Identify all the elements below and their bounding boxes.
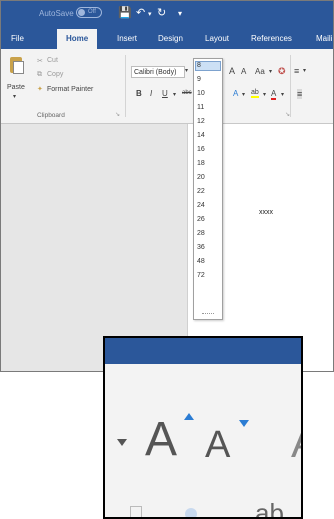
highlight-button[interactable]: ab: [251, 89, 259, 98]
italic-button[interactable]: I: [150, 89, 152, 98]
document-text: xxxx: [259, 209, 273, 216]
font-size-dropdown-list[interactable]: 8 9 10 11 12 14 16 18 20 22 24 26 28 36 …: [193, 58, 223, 320]
format-painter-icon: ✦: [37, 86, 43, 93]
copy-icon: ⧉: [37, 71, 42, 78]
clear-formatting-icon[interactable]: ✪: [278, 66, 286, 77]
zoom-bottom-row: ab: [105, 498, 301, 519]
tab-file[interactable]: File: [11, 29, 24, 49]
paste-button[interactable]: Paste: [7, 84, 25, 91]
size-option[interactable]: 11: [197, 104, 204, 111]
save-icon[interactable]: 💾: [118, 6, 132, 19]
cut-button[interactable]: Cut: [47, 57, 58, 64]
font-color-button[interactable]: A: [271, 89, 277, 100]
group-separator: [290, 55, 291, 117]
highlight-dropdown-icon[interactable]: ▾: [263, 91, 266, 98]
change-case-button[interactable]: Aa: [255, 67, 265, 76]
undo-icon[interactable]: ↶: [136, 6, 145, 19]
font-launcher-icon[interactable]: ↘: [285, 111, 290, 118]
shrink-arrow-icon: [239, 420, 249, 427]
clipboard-launcher-icon[interactable]: ↘: [115, 111, 120, 118]
text-effects-button[interactable]: A: [233, 89, 238, 98]
tab-insert[interactable]: Insert: [117, 29, 137, 49]
size-option[interactable]: 20: [197, 174, 205, 181]
cut-icon: ✂: [37, 58, 43, 65]
partial-effects-icon: [185, 508, 197, 517]
size-option[interactable]: 8: [197, 62, 201, 69]
change-case-dropdown-icon[interactable]: ▾: [269, 68, 272, 75]
clipboard-group-label: Clipboard: [37, 112, 65, 119]
zoom-inset: A A A ab: [103, 336, 303, 519]
list-scroll-indicator: [202, 313, 214, 317]
grow-font-button[interactable]: A: [229, 66, 235, 76]
size-option[interactable]: 36: [197, 244, 205, 251]
tab-design[interactable]: Design: [158, 29, 183, 49]
strikethrough-button[interactable]: abc: [182, 90, 192, 96]
autosave-label: AutoSave: [39, 9, 74, 18]
tab-references[interactable]: References: [251, 29, 292, 49]
tab-layout[interactable]: Layout: [205, 29, 229, 49]
size-option[interactable]: 24: [197, 202, 205, 209]
underline-dropdown-icon[interactable]: ▾: [173, 91, 176, 98]
paste-icon[interactable]: [10, 57, 24, 74]
ribbon-home: Paste ▾ ✂ Cut ⧉ Copy ✦ Format Painter Cl…: [1, 49, 333, 124]
partial-highlight-text: ab: [255, 498, 284, 519]
font-color-dropdown-icon[interactable]: ▾: [281, 91, 284, 98]
change-case-partial-zoomed[interactable]: A: [291, 422, 301, 464]
title-bar: AutoSave Off 💾 ↶ ▾ ↻ ▾: [1, 1, 333, 29]
size-option[interactable]: 26: [197, 216, 205, 223]
shrink-font-button[interactable]: A: [241, 67, 246, 76]
undo-dropdown-icon[interactable]: ▾: [148, 10, 152, 18]
customize-qat-icon[interactable]: ▾: [178, 9, 182, 18]
tab-mailings[interactable]: Maili: [316, 29, 332, 49]
underline-button[interactable]: U: [162, 89, 168, 98]
redo-icon[interactable]: ↻: [157, 6, 166, 19]
size-option[interactable]: 72: [197, 272, 205, 279]
word-window: AutoSave Off 💾 ↶ ▾ ↻ ▾ File Home Insert …: [0, 0, 334, 372]
size-option[interactable]: 48: [197, 258, 205, 265]
bullets-dropdown-icon[interactable]: ▾: [303, 67, 306, 74]
size-option[interactable]: 9: [197, 76, 201, 83]
size-option[interactable]: 12: [197, 118, 205, 125]
ribbon-tabs: File Home Insert Design Layout Reference…: [1, 29, 333, 49]
shrink-font-button-zoomed[interactable]: A: [205, 426, 230, 464]
size-option[interactable]: 10: [197, 90, 205, 97]
bullets-icon[interactable]: ≡: [294, 66, 299, 76]
grow-font-button-zoomed[interactable]: A: [145, 416, 177, 464]
copy-button[interactable]: Copy: [47, 71, 63, 78]
toggle-knob: [78, 9, 85, 16]
tab-home[interactable]: Home: [57, 29, 98, 49]
bold-button[interactable]: B: [136, 89, 142, 98]
align-left-icon[interactable]: ≡: [297, 89, 303, 99]
size-option[interactable]: 18: [197, 160, 205, 167]
size-option[interactable]: 14: [197, 132, 205, 139]
size-option[interactable]: 28: [197, 230, 205, 237]
text-effects-dropdown-icon[interactable]: ▾: [242, 91, 245, 98]
group-separator: [125, 55, 126, 117]
grow-arrow-icon: [184, 413, 194, 420]
autosave-state: Off: [88, 9, 96, 15]
paste-dropdown-icon[interactable]: ▾: [13, 93, 16, 100]
font-family-box[interactable]: Calibri (Body): [131, 66, 185, 78]
autosave-toggle[interactable]: Off: [76, 7, 102, 18]
font-family-dropdown-icon[interactable]: ▾: [185, 67, 188, 74]
size-option[interactable]: 22: [197, 188, 205, 195]
format-painter-button[interactable]: Format Painter: [47, 86, 93, 93]
size-option[interactable]: 16: [197, 146, 205, 153]
font-size-dropdown-arrow-icon[interactable]: [117, 439, 127, 446]
partial-icon: [130, 506, 142, 517]
zoom-title-bar: [105, 338, 301, 364]
